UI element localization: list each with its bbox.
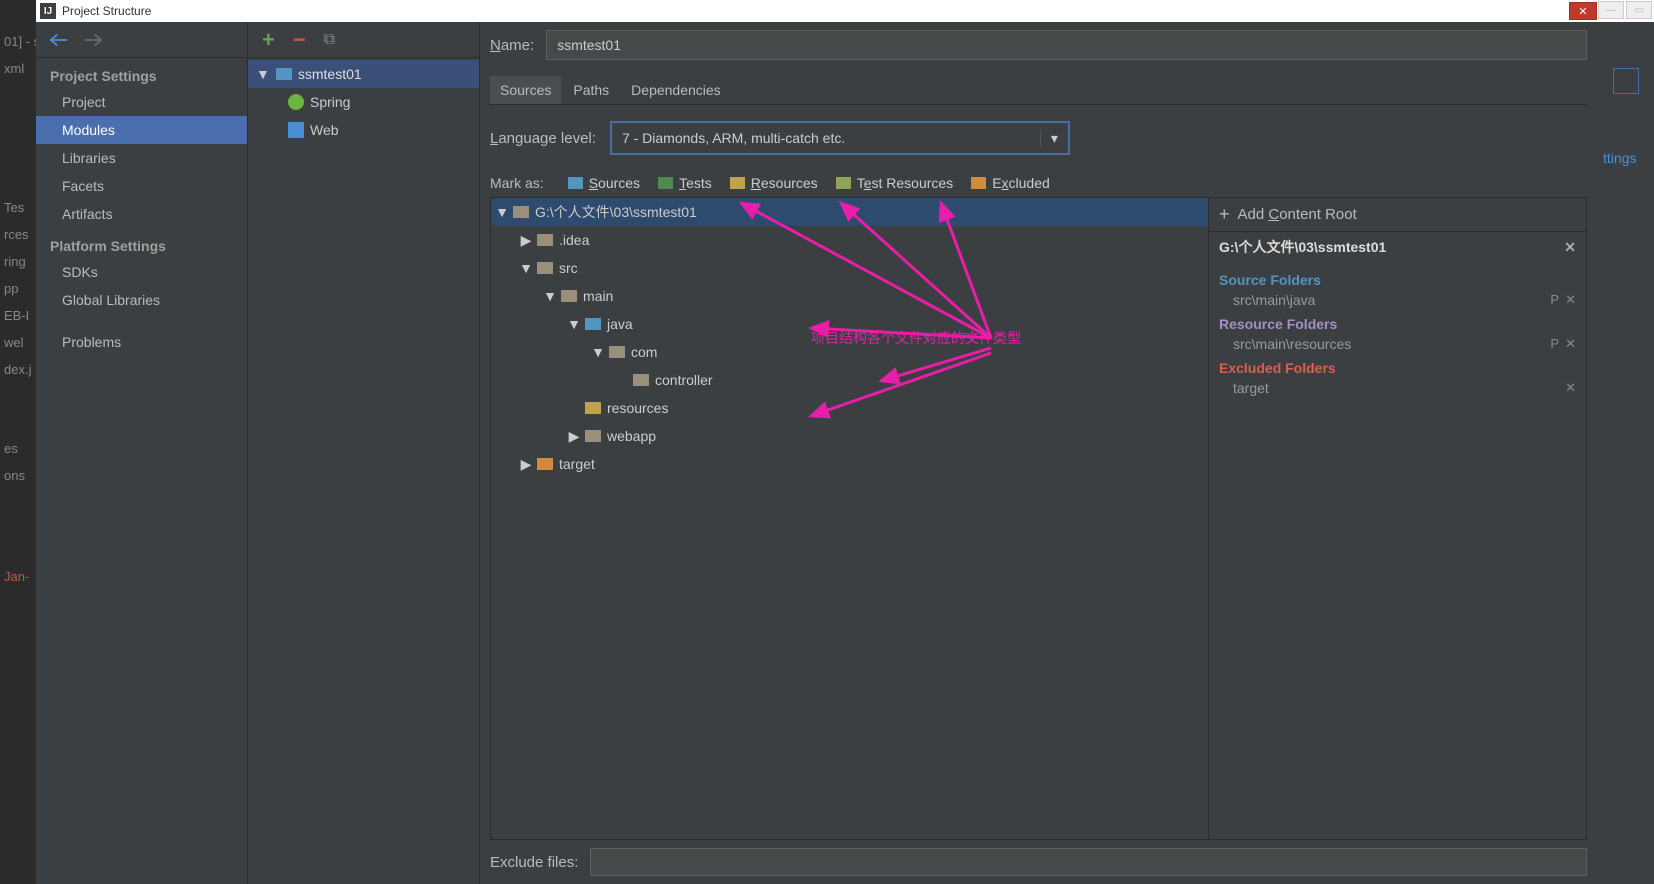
exclude-files-label: Exclude files: bbox=[490, 854, 578, 871]
modules-panel: + − ⧉ ▼ ssmtest01 Spring Web bbox=[248, 22, 480, 884]
folder-icon bbox=[513, 206, 529, 218]
resource-folder-item[interactable]: src\main\resources P✕ bbox=[1219, 334, 1576, 354]
add-content-root-button[interactable]: + Add Content Root bbox=[1209, 198, 1586, 232]
facet-web[interactable]: Web bbox=[248, 116, 479, 144]
toolbar-icon bbox=[1613, 68, 1639, 94]
mark-tests-button[interactable]: Tests bbox=[658, 175, 712, 191]
nav-item-facets[interactable]: Facets bbox=[36, 172, 247, 200]
folder-icon bbox=[585, 430, 601, 442]
mark-as-row: Mark as: Sources Tests Resources Test Re… bbox=[490, 175, 1587, 191]
plus-icon: + bbox=[1219, 204, 1230, 225]
exclude-files-input[interactable] bbox=[590, 848, 1587, 876]
mark-excluded-button[interactable]: Excluded bbox=[971, 175, 1050, 191]
tree-java[interactable]: ▼java bbox=[491, 310, 1208, 338]
window-close-button[interactable]: ✕ bbox=[1569, 2, 1597, 20]
tree-com[interactable]: ▼com bbox=[491, 338, 1208, 366]
tab-dependencies[interactable]: Dependencies bbox=[621, 76, 731, 104]
tab-sources[interactable]: Sources bbox=[490, 76, 561, 104]
spring-icon bbox=[288, 94, 304, 110]
web-icon bbox=[288, 122, 304, 138]
test-resources-icon bbox=[836, 177, 851, 189]
content-tabs: Sources Paths Dependencies bbox=[490, 76, 1587, 105]
tree-controller[interactable]: ▶controller bbox=[491, 366, 1208, 394]
mark-test-resources-button[interactable]: Test Resources bbox=[836, 175, 954, 191]
tree-resources[interactable]: ▶resources bbox=[491, 394, 1208, 422]
add-module-button[interactable]: + bbox=[262, 27, 275, 53]
language-level-select[interactable]: 7 - Diamonds, ARM, multi-catch etc. ▾ bbox=[610, 121, 1070, 155]
sources-icon bbox=[568, 177, 583, 189]
background-right-panel: — ▭ ttings bbox=[1597, 0, 1654, 884]
excluded-folder-icon bbox=[537, 458, 553, 470]
nav-item-artifacts[interactable]: Artifacts bbox=[36, 200, 247, 228]
edit-icon[interactable]: P bbox=[1550, 336, 1559, 352]
content-root-path[interactable]: G:\个人文件\03\ssmtest01 ✕ bbox=[1209, 232, 1586, 262]
app-icon: IJ bbox=[40, 3, 56, 19]
module-name-input[interactable] bbox=[546, 30, 1587, 60]
nav-item-global-libraries[interactable]: Global Libraries bbox=[36, 286, 247, 314]
excluded-folder-item[interactable]: target ✕ bbox=[1219, 378, 1576, 398]
nav-item-sdks[interactable]: SDKs bbox=[36, 258, 247, 286]
tree-target[interactable]: ▶target bbox=[491, 450, 1208, 478]
content-roots-panel: + Add Content Root G:\个人文件\03\ssmtest01 … bbox=[1209, 197, 1587, 840]
source-folders-header: Source Folders bbox=[1219, 272, 1576, 288]
window-title: Project Structure bbox=[62, 4, 151, 18]
folder-icon bbox=[633, 374, 649, 386]
remove-icon[interactable]: ✕ bbox=[1565, 336, 1576, 352]
directory-tree[interactable]: ▼G:\个人文件\03\ssmtest01 ▶.idea ▼src ▼main … bbox=[490, 197, 1209, 840]
background-left-panel: 01] - s xml Tes rces ring pp EB-I wel de… bbox=[0, 0, 36, 884]
nav-back-icon[interactable] bbox=[50, 33, 68, 47]
excluded-folders-header: Excluded Folders bbox=[1219, 360, 1576, 376]
chevron-down-icon: ▾ bbox=[1040, 130, 1058, 147]
folder-icon bbox=[609, 346, 625, 358]
name-label: Name: bbox=[490, 37, 534, 54]
mark-as-label: Mark as: bbox=[490, 175, 544, 191]
mark-sources-button[interactable]: Sources bbox=[568, 175, 640, 191]
resource-folders-header: Resource Folders bbox=[1219, 316, 1576, 332]
folder-icon bbox=[561, 290, 577, 302]
section-platform-settings: Platform Settings bbox=[36, 228, 247, 258]
tree-src[interactable]: ▼src bbox=[491, 254, 1208, 282]
resource-folder-icon bbox=[585, 402, 601, 414]
tree-main[interactable]: ▼main bbox=[491, 282, 1208, 310]
tab-paths[interactable]: Paths bbox=[563, 76, 619, 104]
source-folder-item[interactable]: src\main\java P✕ bbox=[1219, 290, 1576, 310]
remove-icon[interactable]: ✕ bbox=[1565, 380, 1576, 396]
tree-webapp[interactable]: ▶webapp bbox=[491, 422, 1208, 450]
remove-icon[interactable]: ✕ bbox=[1565, 292, 1576, 308]
resources-icon bbox=[730, 177, 745, 189]
excluded-icon bbox=[971, 177, 986, 189]
copy-module-button[interactable]: ⧉ bbox=[324, 31, 335, 49]
nav-forward-icon[interactable] bbox=[84, 33, 102, 47]
facet-spring[interactable]: Spring bbox=[248, 88, 479, 116]
window-titlebar: IJ Project Structure ✕ bbox=[36, 0, 1597, 22]
nav-item-modules[interactable]: Modules bbox=[36, 116, 247, 144]
nav-item-problems[interactable]: Problems bbox=[36, 328, 247, 356]
nav-item-libraries[interactable]: Libraries bbox=[36, 144, 247, 172]
language-level-label: Language level: bbox=[490, 130, 596, 147]
edit-icon[interactable]: P bbox=[1550, 292, 1559, 308]
folder-icon bbox=[537, 234, 553, 246]
nav-item-project[interactable]: Project bbox=[36, 88, 247, 116]
tree-root[interactable]: ▼G:\个人文件\03\ssmtest01 bbox=[491, 198, 1208, 226]
tree-idea[interactable]: ▶.idea bbox=[491, 226, 1208, 254]
folder-icon bbox=[537, 262, 553, 274]
module-content: Name: Sources Paths Dependencies Languag… bbox=[480, 22, 1597, 884]
os-restore-icon: ▭ bbox=[1626, 1, 1652, 19]
tests-icon bbox=[658, 177, 673, 189]
module-icon bbox=[276, 68, 292, 80]
source-folder-icon bbox=[585, 318, 601, 330]
section-project-settings: Project Settings bbox=[36, 58, 247, 88]
remove-root-button[interactable]: ✕ bbox=[1564, 239, 1576, 256]
module-root[interactable]: ▼ ssmtest01 bbox=[248, 60, 479, 88]
remove-module-button[interactable]: − bbox=[293, 27, 306, 53]
settings-nav: Project Settings Project Modules Librari… bbox=[36, 22, 248, 884]
mark-resources-button[interactable]: Resources bbox=[730, 175, 818, 191]
os-minimize-icon: — bbox=[1598, 1, 1624, 19]
